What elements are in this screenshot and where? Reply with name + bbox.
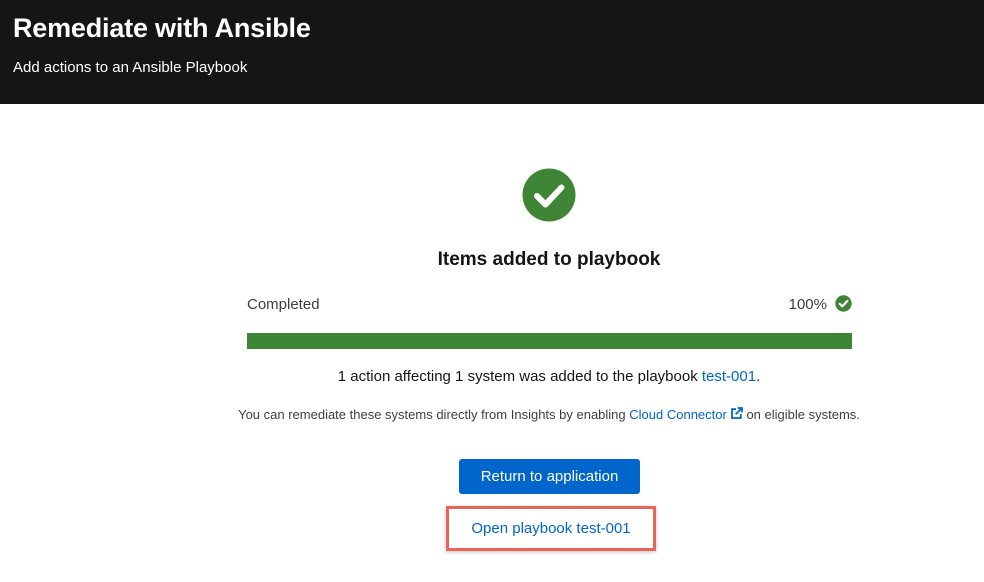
result-text: 1 action affecting 1 system was added to… (337, 368, 702, 385)
info-text-after: on eligible systems. (742, 407, 860, 422)
return-to-application-button[interactable]: Return to application (459, 459, 640, 494)
playbook-link[interactable]: test-001 (702, 368, 756, 385)
check-circle-icon (522, 168, 576, 222)
cloud-connector-info: You can remediate these systems directly… (0, 407, 984, 422)
cloud-connector-link-label: Cloud Connector (629, 407, 727, 422)
page-title: Remediate with Ansible (13, 13, 311, 43)
result-message: 1 action affecting 1 system was added to… (0, 368, 984, 385)
highlight-box: Open playbook test-001 (446, 506, 656, 551)
status-title: Items added to playbook (437, 249, 661, 270)
page-header: Remediate with Ansible Add actions to an… (0, 0, 984, 104)
progress-bar (247, 333, 852, 349)
main-content: Items added to playbook Completed 100% 1… (0, 104, 984, 582)
progress-bar-fill (247, 333, 852, 349)
page-subtitle: Add actions to an Ansible Playbook (13, 59, 248, 76)
open-playbook-link[interactable]: Open playbook test-001 (449, 509, 653, 548)
progress-value: 100% (788, 296, 827, 313)
result-suffix: . (756, 368, 761, 385)
cloud-connector-link[interactable]: Cloud Connector (629, 407, 743, 422)
progress-complete-check-icon (835, 295, 852, 312)
external-link-icon (730, 407, 743, 419)
info-text-before: You can remediate these systems directly… (238, 407, 630, 422)
progress-label: Completed (247, 296, 320, 313)
